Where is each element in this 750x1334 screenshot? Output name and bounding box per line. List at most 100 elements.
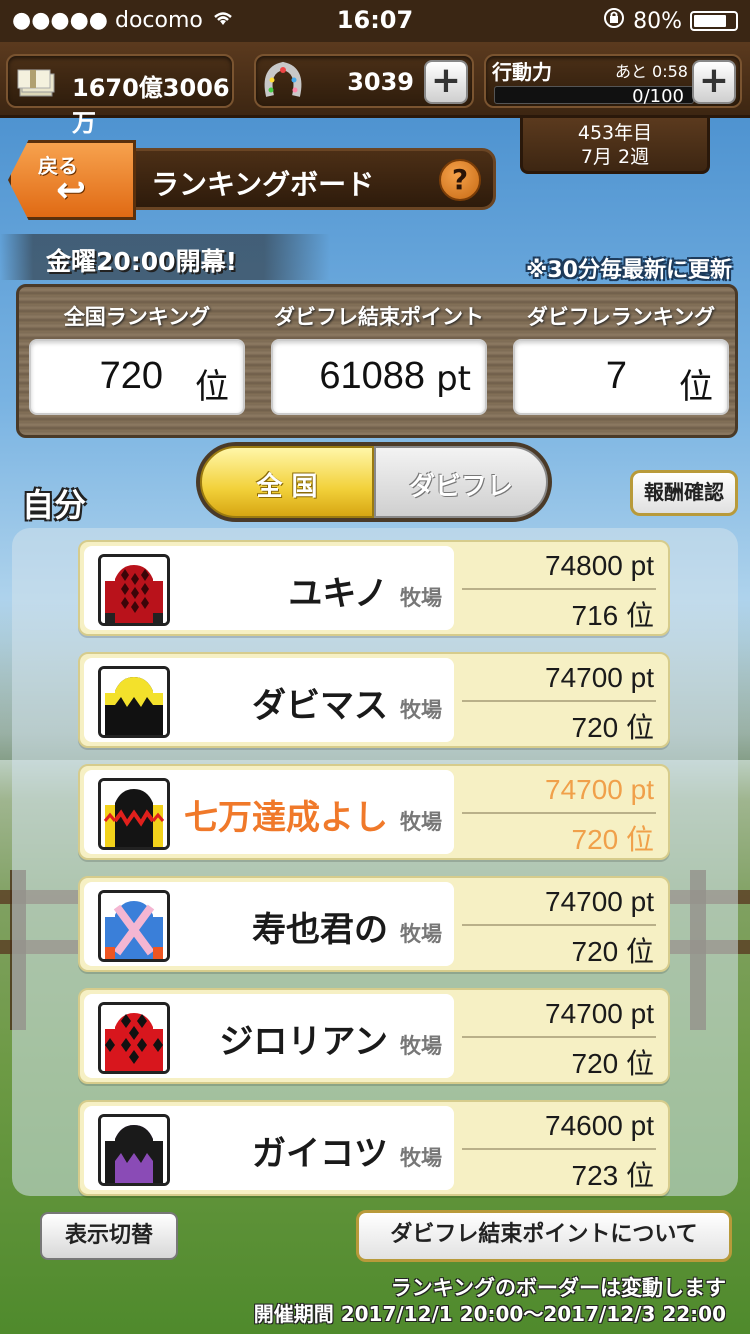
row-divider	[462, 588, 656, 590]
stat-national-rank: 全国ランキング 720 位	[29, 301, 245, 415]
switch-display-button[interactable]: 表示切替	[40, 1212, 178, 1260]
row-divider	[462, 1148, 656, 1150]
jockey-silks-icon	[98, 554, 170, 626]
announcement-text: 金曜20:00開幕!	[46, 247, 237, 276]
row-points: 74700 pt	[545, 886, 654, 917]
horseshoe-counter: 3039 +	[254, 54, 474, 108]
farm-suffix: 牧場	[400, 922, 442, 946]
farm-name: 寿也君の	[252, 910, 388, 950]
money-counter: 1670億3006万	[6, 54, 234, 137]
back-button[interactable]: 戻る ↩	[8, 140, 136, 220]
jockey-silks-icon	[98, 1114, 170, 1186]
ranking-row-self[interactable]: 七万達成よし 牧場 74700 pt 720 位	[78, 764, 670, 860]
horseshoe-icon	[262, 60, 304, 104]
page-title: ランキングボード	[151, 168, 375, 201]
farm-suffix: 牧場	[400, 1146, 442, 1170]
stat-label: ダビフレ結束ポイント	[274, 305, 484, 329]
game-week: 7月 2週	[580, 146, 650, 168]
add-action-button[interactable]: +	[692, 60, 736, 104]
tab-friends-label: ダビフレ	[408, 472, 513, 502]
row-points: 74600 pt	[545, 1110, 654, 1141]
row-rank: 720 位	[571, 712, 655, 743]
farm-name: 七万達成よし	[184, 798, 388, 838]
action-value: 0/100	[632, 86, 684, 107]
row-name-box: 七万達成よし 牧場	[84, 770, 454, 854]
stat-value: 7	[605, 355, 627, 397]
ranking-row[interactable]: ジロリアン 牧場 74700 pt 720 位	[78, 988, 670, 1084]
stat-box: 7 位	[513, 339, 729, 415]
row-points: 74700 pt	[545, 998, 654, 1029]
farm-suffix: 牧場	[400, 586, 442, 610]
stat-label: 全国ランキング	[63, 305, 211, 329]
row-points: 74800 pt	[545, 550, 654, 581]
battery-percent: 80%	[633, 8, 682, 34]
money-icon	[16, 62, 56, 102]
stat-value: 720	[99, 355, 163, 397]
farm-name: ジロリアン	[219, 1022, 388, 1062]
row-name-box: ダビマス 牧場	[84, 658, 454, 742]
status-bar: ●●●●● docomo 16:07 80%	[0, 0, 750, 42]
rotation-lock-icon	[603, 7, 625, 35]
ranking-toggle: 全 国 ダビフレ	[196, 442, 552, 522]
game-year: 453年目	[577, 122, 653, 144]
row-divider	[462, 924, 656, 926]
farm-name: ユキノ	[288, 574, 388, 614]
resource-bar: 1670億3006万 3039 + 行動力 あと 0:58 0/100 +	[0, 42, 750, 137]
jockey-silks-icon	[98, 1002, 170, 1074]
horseshoe-value: 3039	[347, 68, 414, 96]
row-rank: 720 位	[571, 1048, 655, 1079]
row-name-box: ジロリアン 牧場	[84, 994, 454, 1078]
row-divider	[462, 1036, 656, 1038]
battery-level	[694, 15, 726, 27]
update-note: ※30分毎最新に更新	[525, 258, 732, 283]
row-rank: 716 位	[571, 600, 655, 631]
tab-friends[interactable]: ダビフレ	[374, 446, 548, 518]
row-name-box: 寿也君の 牧場	[84, 882, 454, 966]
stats-board: 全国ランキング 720 位 ダビフレ結束ポイント 61088 pt ダビフレラン…	[16, 284, 738, 438]
row-name-box: ユキノ 牧場	[84, 546, 454, 630]
stat-box: 720 位	[29, 339, 245, 415]
title-bar: ランキングボード ?	[124, 148, 496, 210]
stat-value: 61088	[319, 355, 425, 397]
help-button[interactable]: ?	[439, 159, 481, 201]
action-label: 行動力	[492, 60, 552, 84]
stat-unit: 位	[679, 367, 713, 407]
farm-suffix: 牧場	[400, 698, 442, 722]
stat-unit: pt	[436, 359, 471, 399]
ranking-row[interactable]: ガイコツ 牧場 74600 pt 723 位	[78, 1100, 670, 1196]
announcement-banner: 金曜20:00開幕!	[0, 234, 330, 280]
stat-label: ダビフレランキング	[526, 305, 716, 329]
self-label[interactable]: 自分	[22, 480, 86, 526]
row-points: 74700 pt	[545, 662, 654, 693]
farm-name: ダビマス	[252, 686, 388, 726]
row-divider	[462, 700, 656, 702]
jockey-silks-icon	[98, 890, 170, 962]
row-points: 74700 pt	[545, 774, 654, 805]
action-timer: あと 0:58	[614, 62, 688, 81]
farm-suffix: 牧場	[400, 1034, 442, 1058]
back-arrow-icon: ↩	[56, 170, 87, 211]
ranking-row[interactable]: 寿也君の 牧場 74700 pt 720 位	[78, 876, 670, 972]
action-points: 行動力 あと 0:58 0/100 +	[484, 54, 742, 108]
battery-group: 80%	[603, 7, 738, 35]
jockey-silks-icon	[98, 778, 170, 850]
ranking-row[interactable]: ユキノ 牧場 74800 pt 716 位	[78, 540, 670, 636]
reward-check-button[interactable]: 報酬確認	[630, 470, 738, 516]
tab-national[interactable]: 全 国	[200, 446, 374, 518]
about-bond-points-button[interactable]: ダビフレ結束ポイントについて	[356, 1210, 732, 1262]
stat-box: 61088 pt	[271, 339, 487, 415]
farm-suffix: 牧場	[400, 810, 442, 834]
row-rank: 723 位	[571, 1160, 655, 1191]
event-period: 開催期間 2017/12/1 20:00〜2017/12/3 22:00	[253, 1302, 726, 1326]
stat-unit: 位	[195, 367, 229, 407]
stat-friend-rank: ダビフレランキング 7 位	[513, 301, 729, 415]
money-value: 1670億3006万	[72, 74, 230, 137]
battery-icon	[690, 11, 738, 31]
row-divider	[462, 812, 656, 814]
add-horseshoe-button[interactable]: +	[424, 60, 468, 104]
stat-bond-points: ダビフレ結束ポイント 61088 pt	[271, 301, 487, 415]
farm-name: ガイコツ	[252, 1134, 388, 1174]
row-name-box: ガイコツ 牧場	[84, 1106, 454, 1190]
ranking-row[interactable]: ダビマス 牧場 74700 pt 720 位	[78, 652, 670, 748]
tab-national-label: 全 国	[256, 472, 318, 502]
